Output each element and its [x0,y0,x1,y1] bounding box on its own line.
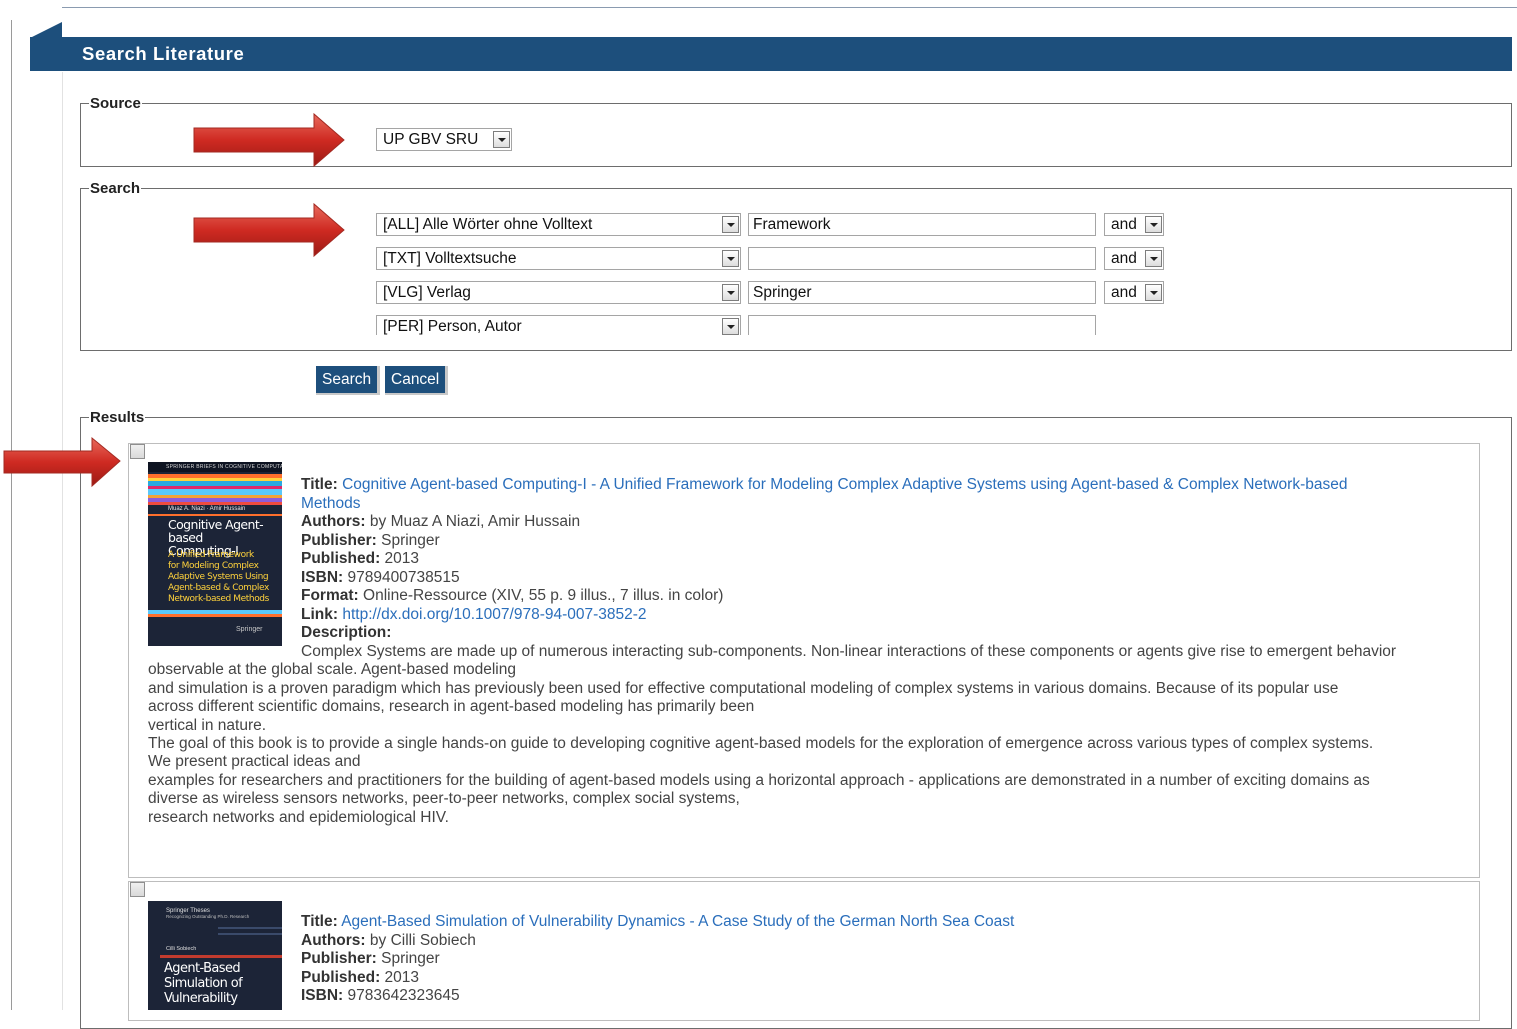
search-arrow-annotation [193,202,345,258]
cover-stripe [160,955,282,958]
search-legend: Search [90,180,141,197]
content-border-left [62,72,63,1010]
result-published: Published: 2013 [301,968,420,986]
search-term-input[interactable]: Springer [748,281,1096,304]
cover-stripe [148,502,282,505]
cover-subtitle: A Unified Framework for Modeling Complex… [168,550,269,604]
header-corner-tab [30,22,62,38]
search-term-input[interactable] [748,247,1096,270]
search-field-select[interactable]: [VLG] Verlag [376,281,741,304]
source-select-value: UP GBV SRU [383,131,479,148]
book-cover-image: Springer Theses Recognizing Outstanding … [148,901,282,1010]
chevron-down-icon[interactable] [722,216,739,233]
search-field-value: [TXT] Volltextsuche [383,250,517,267]
page-title: Search Literature [30,37,1512,71]
result-isbn: ISBN: 9783642323645 [301,987,460,1004]
cover-authors: Muaz A. Niazi · Amir Hussain [168,506,246,512]
result-publisher: Publisher: Springer [301,950,440,967]
result-description-label: Description: [301,624,392,641]
result-title-row: Title: Agent-Based Simulation of Vulnera… [301,913,1015,930]
cover-stripe [148,614,282,617]
cover-publisher-logo: Springer [236,626,263,633]
search-field-select[interactable]: [TXT] Volltextsuche [376,247,741,270]
result-isbn: ISBN: 9789400738515 [301,568,460,586]
cover-title: Agent-Based Simulation of Vulnerability [164,961,243,1006]
search-button[interactable]: Search [316,366,381,395]
search-term-input[interactable]: Framework [748,213,1096,236]
chevron-down-icon[interactable] [1145,216,1162,233]
result-checkbox[interactable] [130,882,145,897]
result-title-row: Title: Cognitive Agent-based Computing-I… [301,476,1348,493]
result-publisher: Publisher: Springer [301,531,440,549]
result-title-link[interactable]: Methods [301,495,360,512]
search-operator-select[interactable]: and [1104,213,1164,236]
chevron-down-icon[interactable] [722,318,739,335]
chevron-down-icon[interactable] [1145,250,1162,267]
result-checkbox[interactable] [130,444,145,459]
result-authors: Authors: by Cilli Sobiech [301,931,476,949]
search-operator-select[interactable]: and [1104,281,1164,304]
source-arrow-annotation [193,112,345,168]
search-field-value: [ALL] Alle Wörter ohne Volltext [383,216,593,233]
result-link-row: Link: http://dx.doi.org/10.1007/978-94-0… [301,605,647,623]
result-title-row-cont: Methods [301,495,1347,514]
source-legend: Source [90,95,141,112]
search-field-value: [PER] Person, Autor [383,318,522,335]
results-legend: Results [90,409,145,426]
result-title-link[interactable]: Cognitive Agent-based Computing-I - A Un… [342,476,1347,493]
search-operator-select[interactable]: and [1104,247,1164,270]
chevron-down-icon[interactable] [722,250,739,267]
frame-border-left [11,20,12,1010]
source-select[interactable]: UP GBV SRU [376,128,512,151]
result-authors: Authors: by Muaz A Niazi, Amir Hussain [301,513,581,530]
result-title-link[interactable]: Agent-Based Simulation of Vulnerability … [341,913,1014,930]
search-term-input[interactable] [748,315,1096,335]
cover-series: SPRINGER BRIEFS IN COGNITIVE COMPUTATION [148,462,282,472]
result-format: Format: Online-Ressource (XIV, 55 p. 9 i… [301,587,724,604]
cover-stripe [218,933,282,935]
chevron-down-icon[interactable] [1145,284,1162,301]
search-operator-value: and [1111,250,1137,267]
result-description: Complex Systems are made up of numerous … [148,643,1397,826]
cover-stripe [218,927,282,929]
chevron-down-icon[interactable] [493,131,510,148]
search-operator-value: and [1111,216,1137,233]
book-cover-image: SPRINGER BRIEFS IN COGNITIVE COMPUTATION… [148,462,282,646]
result-doi-link[interactable]: http://dx.doi.org/10.1007/978-94-007-385… [342,606,646,623]
result-metadata: Title: Cognitive Agent-based Computing-I… [301,476,1347,643]
result-published: Published: 2013 [301,550,420,567]
search-field-value: [VLG] Verlag [383,284,471,301]
cover-stripe [148,514,282,516]
result-metadata: Title: Agent-Based Simulation of Vulnera… [301,913,1014,1006]
frame-border-top [62,7,1517,8]
search-field-select[interactable]: [ALL] Alle Wörter ohne Volltext [376,213,741,236]
cancel-button[interactable]: Cancel [385,366,449,395]
cover-author: Cilli Sobiech [166,946,197,952]
search-operator-value: and [1111,284,1137,301]
results-arrow-annotation [3,436,121,488]
chevron-down-icon[interactable] [722,284,739,301]
search-field-select[interactable]: [PER] Person, Autor [376,315,741,335]
